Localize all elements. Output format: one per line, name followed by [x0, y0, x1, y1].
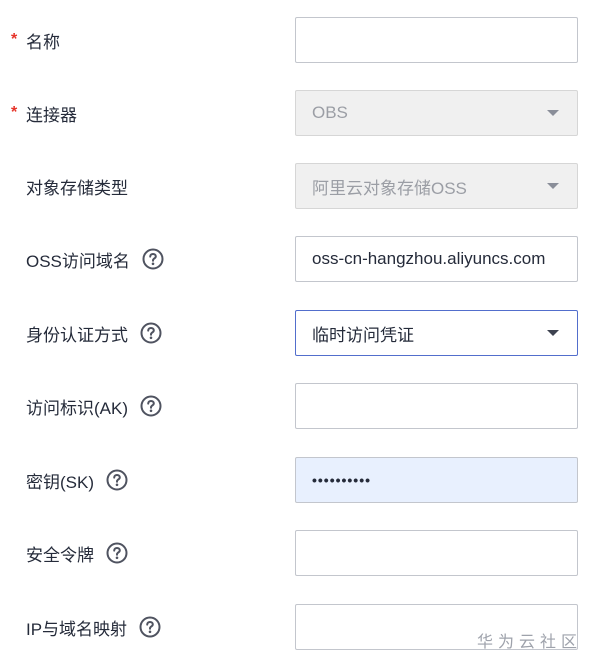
- name-input[interactable]: [295, 17, 578, 63]
- required-mark: *: [11, 31, 18, 48]
- secret-key-input[interactable]: ••••••••••: [295, 457, 578, 503]
- oss-domain-input[interactable]: oss-cn-hangzhou.aliyuncs.com: [295, 236, 578, 282]
- caret-down-icon: [547, 110, 559, 116]
- storage-type-select: 阿里云对象存储OSS: [295, 163, 578, 209]
- label-access-key-text: 访问标识(AK): [26, 398, 128, 418]
- label-access-key: 访问标识(AK): [26, 383, 162, 429]
- row-oss-domain: OSS访问域名 oss-cn-hangzhou.aliyuncs.com: [0, 236, 598, 282]
- question-circle-icon[interactable]: [140, 395, 162, 417]
- label-auth-method-text: 身份认证方式: [26, 325, 128, 345]
- row-access-key: 访问标识(AK): [0, 383, 598, 429]
- question-circle-icon[interactable]: [140, 322, 162, 344]
- question-circle-icon[interactable]: [106, 542, 128, 564]
- label-name: 名称: [26, 32, 60, 52]
- label-ip-domain-mapping: IP与域名映射: [26, 604, 161, 650]
- caret-down-icon: [547, 330, 559, 336]
- question-circle-icon[interactable]: [106, 469, 128, 491]
- connector-select: OBS: [295, 90, 578, 136]
- label-security-token-text: 安全令牌: [26, 545, 94, 565]
- caret-down-icon: [547, 183, 559, 189]
- label-oss-domain: OSS访问域名: [26, 236, 164, 282]
- connection-form: * 名称 * 连接器 OBS 对象存储类型 阿里云对象存储OSS OSS访问域名: [0, 0, 598, 665]
- security-token-input[interactable]: [295, 530, 578, 576]
- auth-method-select-value: 临时访问凭证: [312, 325, 414, 345]
- oss-domain-input-value: oss-cn-hangzhou.aliyuncs.com: [312, 249, 546, 268]
- label-ip-domain-mapping-text: IP与域名映射: [26, 619, 128, 639]
- storage-type-select-value: 阿里云对象存储OSS: [312, 178, 467, 198]
- row-auth-method: 身份认证方式 临时访问凭证: [0, 310, 598, 356]
- row-storage-type: 对象存储类型 阿里云对象存储OSS: [0, 163, 598, 209]
- secret-key-input-value: ••••••••••: [312, 472, 372, 488]
- question-circle-icon[interactable]: [139, 616, 161, 638]
- label-secret-key: 密钥(SK): [26, 457, 128, 503]
- watermark: 华为云社区: [477, 632, 583, 651]
- row-name: * 名称: [0, 17, 598, 63]
- row-secret-key: 密钥(SK) ••••••••••: [0, 457, 598, 503]
- question-circle-icon[interactable]: [142, 248, 164, 270]
- label-oss-domain-text: OSS访问域名: [26, 251, 130, 271]
- label-secret-key-text: 密钥(SK): [26, 472, 94, 492]
- connector-select-value: OBS: [312, 103, 348, 122]
- row-security-token: 安全令牌: [0, 530, 598, 576]
- required-mark: *: [11, 104, 18, 121]
- label-storage-type: 对象存储类型: [26, 178, 128, 198]
- label-connector: 连接器: [26, 105, 77, 125]
- row-connector: * 连接器 OBS: [0, 90, 598, 136]
- label-auth-method: 身份认证方式: [26, 310, 162, 356]
- label-security-token: 安全令牌: [26, 530, 128, 576]
- auth-method-select[interactable]: 临时访问凭证: [295, 310, 578, 356]
- access-key-input[interactable]: [295, 383, 578, 429]
